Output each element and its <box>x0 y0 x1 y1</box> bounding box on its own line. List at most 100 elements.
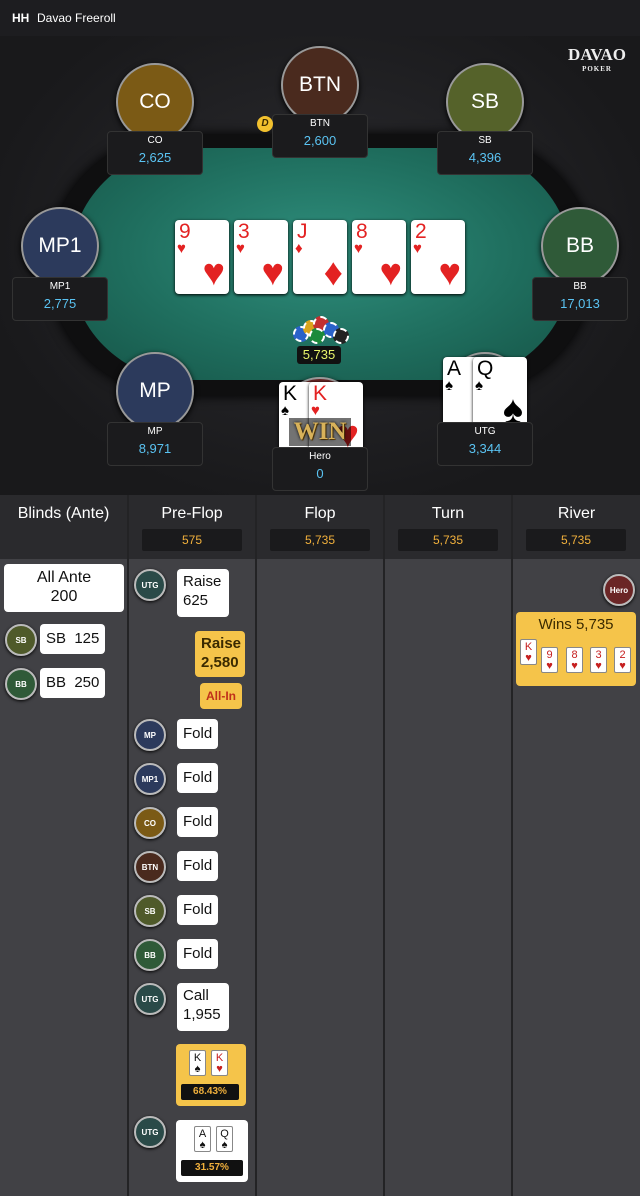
seat-bb-name: BB <box>573 281 587 292</box>
seat-mp-name: MP <box>147 426 163 437</box>
seat-co-avatar[interactable]: CO <box>116 63 194 141</box>
fold-bubble-bb: Fold <box>177 939 219 969</box>
hand-history-label: HH <box>12 11 30 25</box>
all-ante-bubble: All Ante 200 <box>4 564 124 612</box>
seat-mp-initials: MP <box>139 379 171 402</box>
sb-blind-bubble: SB 125 <box>40 624 106 654</box>
column-flop-pot: 5,735 <box>270 529 370 551</box>
seat-mp1-initials: MP1 <box>38 234 82 257</box>
all-in-badge: All-In <box>200 683 242 709</box>
seat-hero-plate: Hero 0 <box>272 447 368 491</box>
hero-chip: Hero <box>603 574 635 606</box>
seat-bb-stack: 17,013 <box>560 296 600 311</box>
column-river-pot: 5,735 <box>526 529 626 551</box>
utg-card-2: Q ♠ ♠ <box>473 357 527 431</box>
fold-bubble-mp1: Fold <box>177 763 219 793</box>
column-flop-header: Flop 5,735 <box>257 495 383 559</box>
seat-btn-stack: 2,600 <box>303 133 337 148</box>
hand-history-panel: Blinds (Ante) All Ante 200 SB SB 125 BB B… <box>0 495 640 1196</box>
fold-chip-sb: SB <box>134 895 166 927</box>
board-card-2: 3 ♥ ♥ <box>234 220 288 294</box>
fold-bubble-sb: Fold <box>177 895 219 925</box>
hero-equity: 68.43% <box>181 1084 239 1100</box>
fold-chip-bb: BB <box>134 939 166 971</box>
column-blinds-title: Blinds (Ante) <box>17 505 110 522</box>
hero-minicard-2: K ♥ <box>211 1050 228 1076</box>
fold-chip-mp1: MP1 <box>134 763 166 795</box>
utg-raise-bubble: Raise 625 <box>177 569 229 617</box>
seat-co-plate: CO 2,625 <box>107 131 203 175</box>
fold-bubble-co: Fold <box>177 807 219 837</box>
column-blinds: Blinds (Ante) All Ante 200 SB SB 125 BB B… <box>0 495 129 1196</box>
seat-bb-avatar[interactable]: BB <box>541 207 619 285</box>
board-card-3: J ♦ ♦ <box>293 220 347 294</box>
hero-raise-bubble: Raise 2,580 <box>195 631 245 677</box>
utg-call-bubble: Call 1,955 <box>177 983 229 1031</box>
column-river: River 5,735 Hero Wins 5,735 K ♥ 9 ♥ 8 ♥ 3 ♥ 2… <box>513 495 640 1196</box>
column-preflop-header: Pre-Flop 575 <box>129 495 255 559</box>
board-card-4: 8 ♥ ♥ <box>352 220 406 294</box>
pot-amount: 5,735 <box>297 346 341 364</box>
winning-card-2: 9 ♥ <box>541 647 558 673</box>
seat-hero-stack: 0 <box>316 466 324 481</box>
wins-text: Wins 5,735 <box>538 616 614 633</box>
column-river-title: River <box>557 505 596 522</box>
board-card-1: 9 ♥ ♥ <box>175 220 229 294</box>
dealer-button-icon: D <box>257 116 273 132</box>
winning-card-4: 3 ♥ <box>590 647 607 673</box>
seat-mp1-avatar[interactable]: MP1 <box>21 207 99 285</box>
seat-sb-plate: SB 4,396 <box>437 131 533 175</box>
call-chip-utg: UTG <box>134 983 166 1015</box>
hero-minicard-1: K ♠ <box>189 1050 206 1076</box>
seat-bb-initials: BB <box>565 234 594 257</box>
seat-sb-avatar[interactable]: SB <box>446 63 524 141</box>
column-preflop-title: Pre-Flop <box>161 505 223 522</box>
poker-table-area: DAVAO POKER CO CO 2,625 BTN BTN 2,600 D SB … <box>0 36 640 495</box>
seat-co-initials: CO <box>139 90 171 113</box>
column-turn-pot: 5,735 <box>398 529 498 551</box>
seat-utg-stack: 3,344 <box>468 441 502 456</box>
davao-poker-logo: DAVAO POKER <box>568 45 626 73</box>
column-turn-title: Turn <box>431 505 465 522</box>
seat-bb-plate: BB 17,013 <box>532 277 628 321</box>
seat-btn-avatar[interactable]: BTN <box>281 46 359 124</box>
column-flop-title: Flop <box>304 505 336 522</box>
seat-btn-initials: BTN <box>299 73 341 96</box>
seat-mp-avatar[interactable]: MP <box>116 352 194 430</box>
seat-sb-stack: 4,396 <box>468 150 502 165</box>
top-bar: HH Davao Freeroll <box>0 0 640 36</box>
utg-chip: UTG <box>134 569 166 601</box>
column-flop: Flop 5,735 <box>257 495 385 1196</box>
seat-co-name: CO <box>147 135 163 146</box>
fold-chip-co: CO <box>134 807 166 839</box>
fold-bubble-btn: Fold <box>177 851 219 881</box>
bb-chip: BB <box>5 668 37 700</box>
seat-utg-plate: UTG 3,344 <box>437 422 533 466</box>
seat-btn-plate: BTN 2,600 <box>272 114 368 158</box>
sb-chip: SB <box>5 624 37 656</box>
column-preflop: Pre-Flop 575 UTG Raise 625 Raise 2,580 All-… <box>129 495 257 1196</box>
seat-sb-name: SB <box>478 135 492 146</box>
win-badge: WIN <box>289 418 351 446</box>
column-preflop-pot: 575 <box>142 529 242 551</box>
seat-mp1-name: MP1 <box>49 281 71 292</box>
seat-co-stack: 2,625 <box>138 150 172 165</box>
column-blinds-header: Blinds (Ante) <box>0 495 127 559</box>
seat-sb-initials: SB <box>470 90 499 113</box>
seat-mp1-stack: 2,775 <box>43 296 77 311</box>
seat-hero-name: Hero <box>309 451 331 462</box>
seat-utg-name: UTG <box>474 426 496 437</box>
pot-chips-icon <box>291 316 351 346</box>
fold-chip-btn: BTN <box>134 851 166 883</box>
winning-card-1: K ♥ <box>520 639 537 665</box>
fold-chip-mp: MP <box>134 719 166 751</box>
seat-mp-plate: MP 8,971 <box>107 422 203 466</box>
seat-btn-name: BTN <box>310 118 330 129</box>
utg-minicard-2: Q ♠ <box>216 1126 233 1152</box>
column-river-header: River 5,735 <box>513 495 640 559</box>
winning-card-3: 8 ♥ <box>566 647 583 673</box>
seat-mp-stack: 8,971 <box>138 441 172 456</box>
utg-minicard-1: A ♠ <box>194 1126 211 1152</box>
tournament-title: Davao Freeroll <box>37 11 116 25</box>
board-card-5: 2 ♥ ♥ <box>411 220 465 294</box>
